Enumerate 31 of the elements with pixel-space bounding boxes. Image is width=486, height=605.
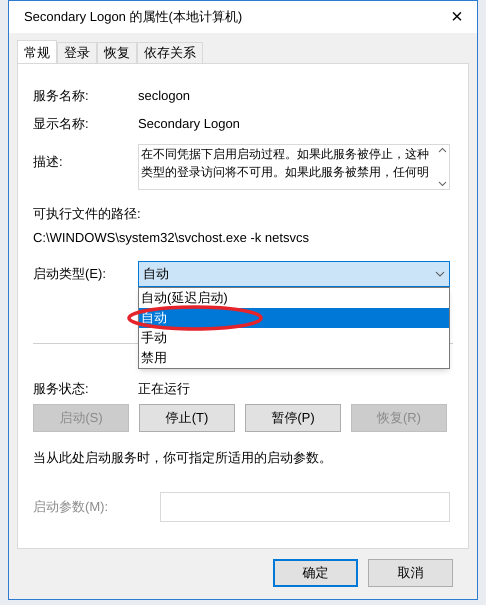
path-value: C:\WINDOWS\system32\svchost.exe -k netsvcs <box>33 228 310 247</box>
status-value: 正在运行 <box>138 380 190 398</box>
description-box[interactable]: 在不同凭据下启用启动过程。如果此服务被停止，这种类型的登录访问将不可用。如果此服务被禁用，任何明 <box>138 144 450 190</box>
dropdown-option[interactable]: 自动 <box>139 308 449 328</box>
startup-type-dropdown[interactable]: 自动 <box>138 261 450 287</box>
dialog-button[interactable]: 取消 <box>368 559 453 587</box>
tab[interactable]: 恢复 <box>97 42 137 63</box>
window-title: Secondary Logon 的属性(本地计算机) <box>24 8 242 26</box>
tab[interactable]: 依存关系 <box>137 42 203 63</box>
field-value: Secondary Logon <box>138 115 240 134</box>
tab[interactable]: 常规 <box>17 40 57 64</box>
field-label: 启动参数(M): <box>33 498 110 516</box>
field-label: 显示名称: <box>33 115 90 134</box>
field-label: 启动类型(E): <box>33 265 107 284</box>
close-button[interactable]: × <box>437 1 477 33</box>
service-button[interactable]: 停止(T) <box>139 404 235 432</box>
scroll-up-icon[interactable] <box>438 147 446 153</box>
field-label: 服务名称: <box>33 87 90 106</box>
path-label: 可执行文件的路径: <box>33 205 142 223</box>
field-label: 服务状态: <box>33 380 90 398</box>
field-label: 描述: <box>33 153 64 171</box>
field-value: seclogon <box>138 87 190 106</box>
chevron-down-icon <box>435 271 445 277</box>
dropdown-option[interactable]: 禁用 <box>139 348 449 368</box>
dialog-button[interactable]: 确定 <box>273 559 358 587</box>
tab[interactable]: 登录 <box>57 42 97 63</box>
hint-text: 当从此处启动服务时，你可指定所适用的启动参数。 <box>33 449 333 467</box>
service-button[interactable]: 暂停(P) <box>245 404 341 432</box>
dropdown-option[interactable]: 手动 <box>139 328 449 348</box>
scroll-down-icon[interactable] <box>438 181 446 187</box>
dropdown-option[interactable]: 自动(延迟启动) <box>139 288 449 308</box>
